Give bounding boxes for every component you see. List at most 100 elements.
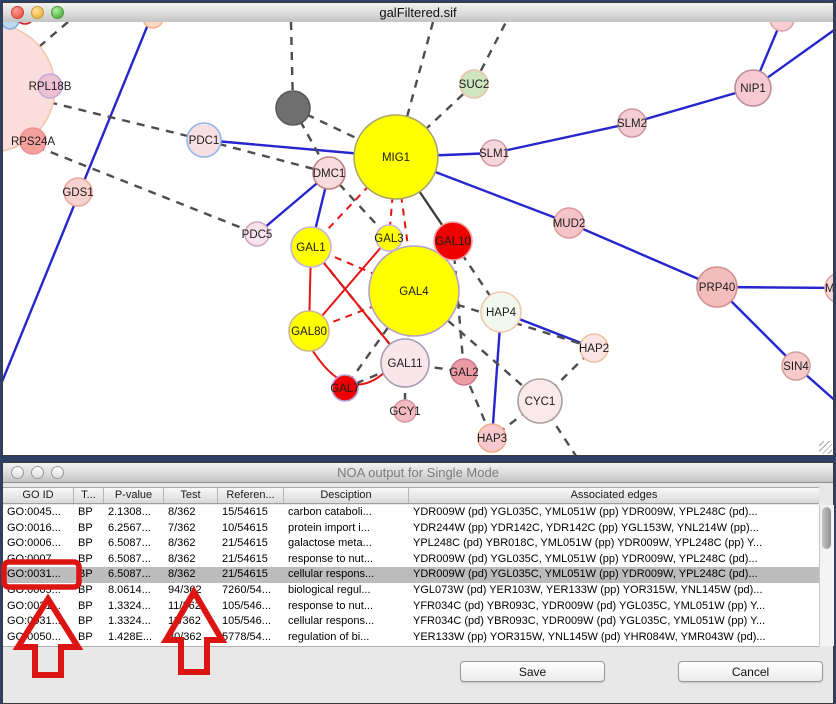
network-graph[interactable]: MIG1GAL11GAL4RPL18BRPS24AGDS1PDC1DMC1SUC… [3,22,833,455]
node-label-GAL1: GAL1 [296,242,325,254]
table-cell: 15/54615 [218,505,284,521]
scrollbar-thumb[interactable] [822,507,831,549]
table-cell: 105/546... [218,614,284,630]
node-label-RPS24A: RPS24A [11,136,55,148]
table-cell: response to nut... [284,552,409,568]
node-label-GAL11: GAL11 [388,358,423,370]
table-cell: 21/54615 [218,567,284,583]
table-cell: GO:0016... [3,521,74,537]
column-header-4[interactable]: Referen... [218,488,284,503]
network-edge[interactable] [632,88,753,123]
table-cell: YDR244W (pp) YDR142C, YDR142C (pp) YGL15… [409,521,819,537]
node-label-GAL2: GAL2 [449,367,478,379]
table-cell: 21/54615 [218,552,284,568]
table-cell: 6.5087... [104,552,164,568]
column-header-5[interactable]: Desciption [284,488,409,503]
table-cell: BP [74,599,104,615]
column-header-6[interactable]: Associated edges [409,488,819,503]
graph-window: galFiltered.sif MIG1GAL11GAL4RPL18BRPS24… [2,2,834,456]
table-cell: BP [74,630,104,646]
table-row[interactable]: GO:0006...BP6.5087...8/36221/54615galact… [3,536,819,552]
node-label-RPL18B: RPL18B [29,81,72,93]
node-label-SUC2: SUC2 [459,79,490,91]
node-label-PDC1: PDC1 [189,135,220,147]
table-cell: cellular respons... [284,614,409,630]
node-label-DMC1: DMC1 [313,168,346,180]
table-row[interactable]: GO:0050...BP1.428E...80/3625778/54...reg… [3,630,819,646]
table-cell: 6.5087... [104,567,164,583]
table-cell: 8/362 [164,505,218,521]
node-gray-node[interactable] [276,91,310,125]
table-cell: GO:0031... [3,599,74,615]
node-label-SLM1: SLM1 [479,148,509,160]
node-label-GCY1: GCY1 [389,406,420,418]
table-row[interactable]: GO:0031...BP1.3324...11/362105/546...res… [3,599,819,615]
table-cell: YGL073W (pd) YER103W, YER133W (pp) YOR31… [409,583,819,599]
node-label-MSL1: MSL1 [825,283,833,295]
noa-output-window: NOA output for Single Mode GO IDT...P-va… [2,462,834,704]
node-label-HAP3: HAP3 [477,433,507,445]
table-cell: BP [74,521,104,537]
node-label-MIG1: MIG1 [382,152,410,164]
table-cell: GO:0065... [3,583,74,599]
table-cell: GO:0050... [3,630,74,646]
node-label-GAL80: GAL80 [291,326,327,338]
node-label-CYC1: CYC1 [525,396,556,408]
table-cell: 1.3324... [104,614,164,630]
table-cell: GO:0006... [3,536,74,552]
table-cell: GO:0045... [3,505,74,521]
table-cell: YFR034C (pd) YBR093C, YDR009W (pd) YGL03… [409,599,819,615]
table-cell: response to nut... [284,599,409,615]
table-cell: YER133W (pp) YOR315W, YNL145W (pd) YHR08… [409,630,819,646]
network-edge[interactable] [569,223,717,287]
table-cell: 8/362 [164,536,218,552]
node-label-PDC5: PDC5 [242,229,273,241]
table-row[interactable]: GO:0065...BP8.0614...94/3627260/54...bio… [3,583,819,599]
column-header-3[interactable]: Test [164,488,218,503]
table-cell: YDR009W (pd) YGL035C, YML051W (pp) YDR00… [409,567,819,583]
table-cell: 1.428E... [104,630,164,646]
node-top-right-partial[interactable] [770,22,794,31]
table-cell: carbon cataboli... [284,505,409,521]
resize-grip-icon[interactable] [819,441,832,454]
table-cell: BP [74,614,104,630]
table-row[interactable]: GO:0031...BP6.5087...8/36221/54615cellul… [3,567,819,583]
node-label-HAP4: HAP4 [486,307,517,319]
results-table-body: GO:0045...BP2.1308...8/36215/54615carbon… [3,505,819,647]
table-cell: GO:0031... [3,614,74,630]
table-cell: YDR009W (pd) YGL035C, YML051W (pp) YDR00… [409,552,819,568]
column-header-2[interactable]: P-value [104,488,164,503]
node-top-left-partial-blue[interactable] [3,22,19,29]
noa-window-title: NOA output for Single Mode [3,463,833,482]
network-canvas[interactable]: MIG1GAL11GAL4RPL18BRPS24AGDS1PDC1DMC1SUC… [3,22,833,455]
node-label-PRP40: PRP40 [699,282,735,294]
noa-window-titlebar[interactable]: NOA output for Single Mode [3,463,833,483]
cancel-button[interactable]: Cancel [678,661,823,682]
node-label-GAL3: GAL3 [374,233,403,245]
table-cell: 80/362 [164,630,218,646]
table-cell: regulation of bi... [284,630,409,646]
table-row[interactable]: GO:0007...BP6.5087...8/36221/54615respon… [3,552,819,568]
table-row[interactable]: GO:0045...BP2.1308...8/36215/54615carbon… [3,505,819,521]
table-row[interactable]: GO:0031...BP1.3324...11/362105/546...cel… [3,614,819,630]
table-row[interactable]: GO:0016...BP6.2567...7/36210/54615protei… [3,521,819,537]
graph-window-titlebar[interactable]: galFiltered.sif [3,3,833,23]
table-cell: GO:0007... [3,552,74,568]
node-label-SLM2: SLM2 [617,118,647,130]
table-cell: 8/362 [164,552,218,568]
table-cell: biological regul... [284,583,409,599]
table-cell: BP [74,552,104,568]
table-cell: 11/362 [164,599,218,615]
vertical-scrollbar[interactable] [819,505,834,646]
network-edge[interactable] [494,123,632,153]
table-cell: 6.2567... [104,521,164,537]
table-cell: galactose meta... [284,536,409,552]
column-header-1[interactable]: T... [74,488,104,503]
node-label-GAL10: GAL10 [435,236,471,248]
save-button[interactable]: Save [460,661,605,682]
column-header-0[interactable]: GO ID [3,488,74,503]
table-cell: 7/362 [164,521,218,537]
table-cell: 8.0614... [104,583,164,599]
table-cell: 7260/54... [218,583,284,599]
node-label-HAP2: HAP2 [579,343,609,355]
